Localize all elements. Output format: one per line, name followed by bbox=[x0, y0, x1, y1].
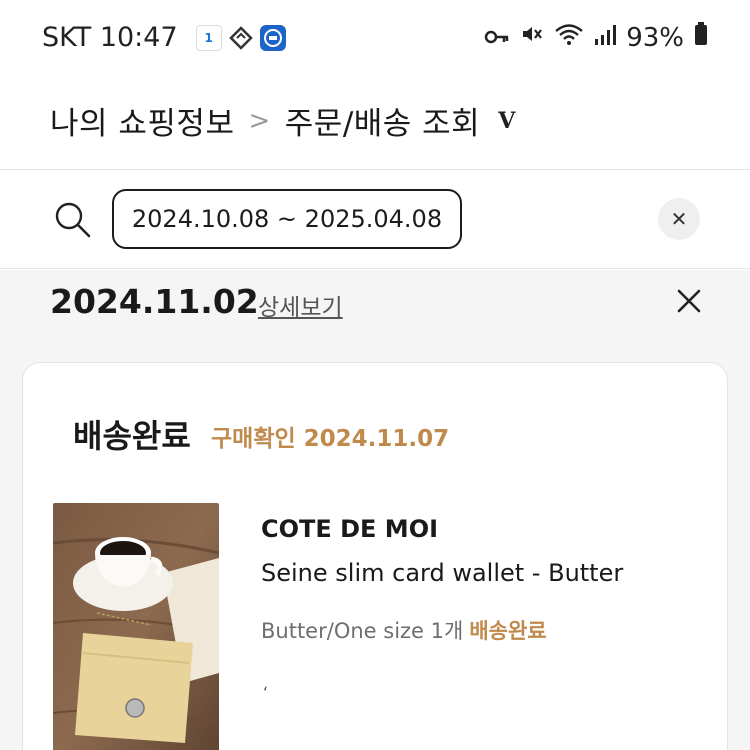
date-range-field[interactable]: 2024.10.08 ~ 2025.04.08 bbox=[112, 189, 462, 249]
battery-icon bbox=[694, 22, 708, 53]
product-brand[interactable]: COTE DE MOI bbox=[261, 515, 438, 543]
breadcrumb-separator: > bbox=[248, 105, 271, 136]
breadcrumb: 나의 쇼핑정보 > 주문/배송 조회 V bbox=[50, 98, 516, 143]
status-left: SKT 10:47 1 bbox=[42, 22, 286, 53]
product-option: Butter/One size 1개 배송완료 bbox=[261, 615, 547, 645]
status-right: 93% bbox=[484, 22, 708, 53]
battery-percent: 93% bbox=[626, 22, 684, 53]
mute-icon bbox=[520, 22, 544, 53]
app-delivery-icon bbox=[227, 24, 254, 51]
delivery-status: 배송완료 bbox=[73, 417, 191, 455]
clear-filter-button[interactable]: ✕ bbox=[658, 198, 700, 240]
order-card[interactable]: 배송완료 구매확인 2024.11.07 COTE DE MOI Seine s… bbox=[22, 362, 728, 750]
app-mobile-card-icon bbox=[259, 24, 286, 51]
search-icon[interactable] bbox=[54, 201, 92, 239]
order-date: 2024.11.02 bbox=[50, 282, 259, 321]
option-text: Butter/One size 1개 bbox=[261, 619, 464, 643]
order-detail-link[interactable]: 상세보기 bbox=[258, 288, 343, 322]
close-icon: ✕ bbox=[670, 207, 688, 231]
close-icon[interactable] bbox=[676, 288, 702, 314]
chevron-down-icon[interactable]: V bbox=[498, 108, 516, 134]
breadcrumb-current[interactable]: 주문/배송 조회 bbox=[285, 98, 480, 143]
product-name[interactable]: Seine slim card wallet - Butter bbox=[261, 559, 623, 587]
item-delivery-status: 배송완료 bbox=[469, 619, 547, 643]
product-image[interactable] bbox=[53, 503, 219, 750]
carrier-time: SKT 10:47 bbox=[42, 22, 178, 53]
purchase-confirm-date: 구매확인 2024.11.07 bbox=[211, 426, 450, 452]
key-icon bbox=[484, 23, 510, 53]
wifi-icon bbox=[554, 22, 584, 53]
notification-icons: 1 bbox=[195, 24, 286, 51]
date-filter-row: 2024.10.08 ~ 2025.04.08 ✕ bbox=[0, 171, 750, 269]
breadcrumb-root[interactable]: 나의 쇼핑정보 bbox=[50, 98, 234, 143]
app-11st-icon: 1 bbox=[195, 24, 222, 51]
status-bar: SKT 10:47 1 93% bbox=[0, 0, 750, 80]
order-list: 2024.11.02 상세보기 배송완료 구매확인 2024.11.07 COT… bbox=[0, 270, 750, 750]
signal-icon bbox=[594, 23, 617, 53]
tick-mark: ‘ bbox=[263, 683, 269, 702]
page-header: 나의 쇼핑정보 > 주문/배송 조회 V bbox=[0, 80, 750, 170]
